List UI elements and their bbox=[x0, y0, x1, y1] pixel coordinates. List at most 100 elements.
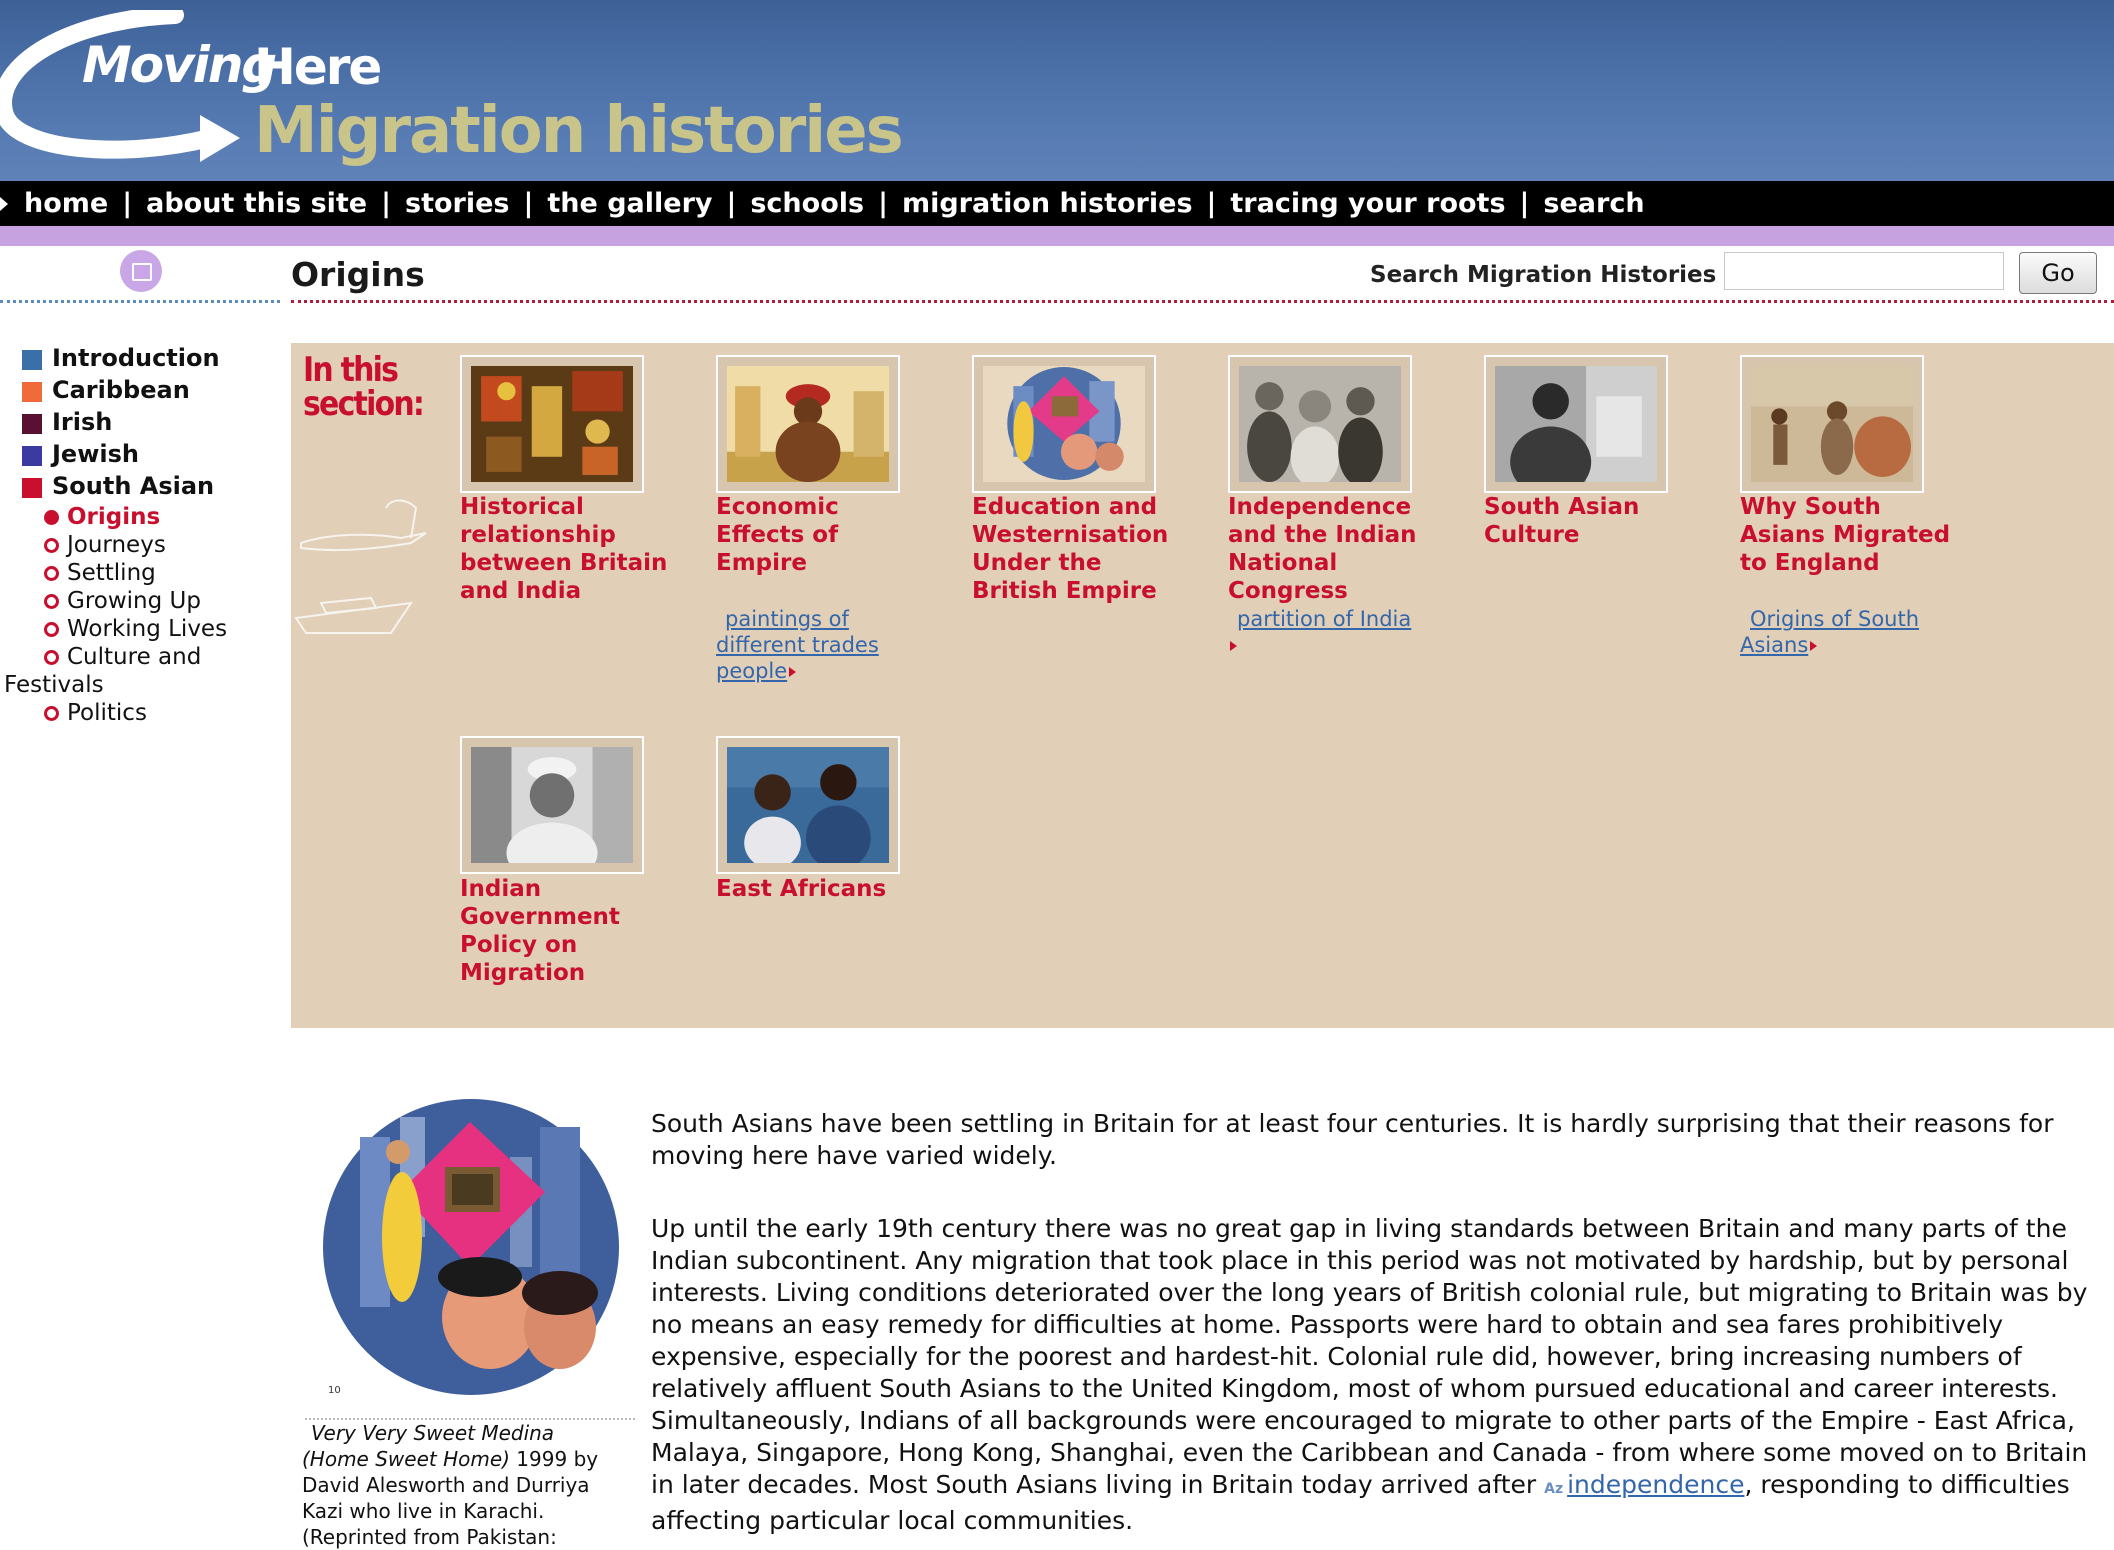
card-link-paintings[interactable]: paintings of different trades people bbox=[716, 606, 879, 684]
square-icon bbox=[22, 414, 42, 434]
nav-separator: | bbox=[726, 188, 737, 219]
card-title-line: National bbox=[1228, 550, 1338, 576]
sidebar-subitem-label: Origins bbox=[67, 504, 161, 530]
sidebar-subitem-working-lives[interactable]: Working Lives bbox=[44, 616, 227, 642]
card-title-line: Government bbox=[460, 904, 620, 930]
card-thumbnail-why-migrated[interactable] bbox=[1740, 355, 1924, 493]
main-nav: home | about this site | stories | the gall… bbox=[0, 181, 2114, 226]
logo-moving-text[interactable]: Moving bbox=[82, 36, 277, 94]
go-button[interactable]: Go bbox=[2019, 252, 2097, 294]
nav-separator: | bbox=[523, 188, 534, 219]
square-icon bbox=[22, 478, 42, 498]
card-thumbnail-education[interactable] bbox=[972, 355, 1156, 493]
nav-gallery[interactable]: the gallery bbox=[547, 188, 712, 219]
heading-line: section: bbox=[303, 384, 425, 424]
card-title-line: Under the bbox=[972, 550, 1102, 576]
nav-home[interactable]: home bbox=[24, 188, 108, 219]
nav-separator: | bbox=[381, 188, 391, 219]
sidebar-item-south-asian[interactable]: South Asian bbox=[22, 472, 214, 500]
sidebar-subitem-settling[interactable]: Settling bbox=[44, 560, 156, 586]
card-title-line: Why South bbox=[1740, 494, 1881, 520]
sidebar-subitem-politics[interactable]: Politics bbox=[44, 700, 147, 726]
bullet-icon bbox=[44, 649, 59, 665]
logo-here-text[interactable]: Here bbox=[254, 38, 382, 96]
card-thumbnail-historical[interactable] bbox=[460, 355, 644, 493]
card-link-line: Asians bbox=[1740, 633, 1809, 657]
card-title-line: Culture bbox=[1484, 522, 1580, 548]
bullet-icon bbox=[44, 537, 59, 553]
sidebar-item-caribbean[interactable]: Caribbean bbox=[22, 376, 190, 404]
sidebar-item-label: Caribbean bbox=[52, 376, 190, 404]
card-title-why-migrated[interactable]: Why South Asians Migrated to England bbox=[1740, 493, 1950, 577]
card-thumbnail-government-policy[interactable] bbox=[460, 736, 644, 884]
card-title-east-africans[interactable]: East Africans bbox=[716, 875, 886, 903]
caption-line: David Alesworth and Durriya bbox=[302, 1473, 590, 1497]
card-title-line: Congress bbox=[1228, 578, 1348, 604]
east-africans-photo-image bbox=[727, 747, 889, 871]
card-title-economic[interactable]: Economic Effects of Empire bbox=[716, 493, 839, 577]
card-thumbnail-economic[interactable] bbox=[716, 355, 900, 493]
sidebar-item-introduction[interactable]: Introduction bbox=[22, 344, 220, 372]
card-title-line: Policy on bbox=[460, 932, 578, 958]
nav-tracing-roots[interactable]: tracing your roots bbox=[1230, 188, 1505, 219]
nav-about[interactable]: about this site bbox=[146, 188, 367, 219]
sidebar-item-irish[interactable]: Irish bbox=[22, 408, 112, 436]
glossary-az-icon[interactable]: Az bbox=[1544, 1481, 1563, 1497]
card-link-line: partition of India bbox=[1237, 607, 1412, 631]
body-text: Up until the early 19th century there wa… bbox=[651, 1214, 2088, 1499]
bullet-icon bbox=[44, 509, 59, 525]
economic-painting-image bbox=[727, 366, 889, 482]
card-link-line: different trades bbox=[716, 633, 879, 657]
search-input[interactable] bbox=[1724, 252, 2004, 290]
card-title-line: between Britain bbox=[460, 550, 668, 576]
card-title-line: Indian bbox=[460, 876, 542, 902]
section-home-icon[interactable] bbox=[120, 250, 162, 292]
feature-artwork-image[interactable]: 10 bbox=[320, 1097, 622, 1397]
intro-paragraph: South Asians have been settling in Brita… bbox=[651, 1109, 2054, 1170]
bullet-icon bbox=[44, 593, 59, 609]
sidebar-item-jewish[interactable]: Jewish bbox=[22, 440, 139, 468]
card-title-culture[interactable]: South Asian Culture bbox=[1484, 493, 1639, 549]
card-thumbnail-independence[interactable] bbox=[1228, 355, 1412, 493]
nav-separator: | bbox=[1519, 188, 1530, 219]
caption-title-line: Very Very Sweet Medina bbox=[311, 1421, 555, 1445]
search-label: Search Migration Histories bbox=[1370, 262, 1717, 288]
nav-schools[interactable]: schools bbox=[750, 188, 864, 219]
independence-link[interactable]: independence bbox=[1567, 1470, 1744, 1499]
sidebar-subitem-journeys[interactable]: Journeys bbox=[44, 532, 166, 558]
title-divider bbox=[291, 300, 2114, 303]
sidebar-subitem-growing-up[interactable]: Growing Up bbox=[44, 588, 201, 614]
sidebar-subitem-culture[interactable]: Culture and bbox=[44, 644, 201, 670]
card-title-historical[interactable]: Historical relationship between Britain … bbox=[460, 493, 667, 605]
sidebar-subitem-label: Politics bbox=[67, 700, 147, 726]
sidebar-subitem-label: Working Lives bbox=[67, 616, 228, 642]
nav-migration-histories[interactable]: migration histories bbox=[902, 188, 1193, 219]
card-title-independence[interactable]: Independence and the Indian National Con… bbox=[1228, 493, 1417, 605]
logo-subtitle[interactable]: Migration histories bbox=[254, 94, 904, 168]
card-title-line: Empire bbox=[716, 550, 807, 576]
card-title-line: Effects of bbox=[716, 522, 839, 548]
card-thumbnail-east-africans[interactable] bbox=[716, 736, 900, 874]
card-title-line: Westernisation bbox=[972, 522, 1169, 548]
card-link-line: people bbox=[716, 659, 788, 683]
bullet-icon bbox=[44, 705, 59, 721]
sidebar-item-label: Jewish bbox=[52, 440, 139, 468]
caption-title-line: (Home Sweet Home) bbox=[302, 1447, 510, 1471]
sidebar-subitem-origins[interactable]: Origins bbox=[44, 504, 160, 530]
card-link-origins-south-asians[interactable]: Origins of South Asians bbox=[1740, 606, 1919, 658]
image-number: 10 bbox=[328, 1385, 341, 1396]
nav-search[interactable]: search bbox=[1543, 188, 1644, 219]
card-title-education[interactable]: Education and Westernisation Under the B… bbox=[972, 493, 1168, 605]
sidebar-subitem-label: Journeys bbox=[67, 532, 166, 558]
card-title-line: British Empire bbox=[972, 578, 1157, 604]
sidebar-subitem-culture-cont[interactable]: Festivals bbox=[4, 672, 104, 698]
section-panel: In this section: Historical relationship… bbox=[291, 343, 2114, 1028]
card-title-line: Independence bbox=[1228, 494, 1412, 520]
nav-stories[interactable]: stories bbox=[405, 188, 509, 219]
body-paragraph: Up until the early 19th century there wa… bbox=[651, 1213, 2101, 1537]
square-icon bbox=[22, 350, 42, 370]
card-thumbnail-culture[interactable] bbox=[1484, 355, 1668, 498]
card-title-government-policy[interactable]: Indian Government Policy on Migration bbox=[460, 875, 620, 987]
image-caption: Very Very Sweet Medina (Home Sweet Home)… bbox=[302, 1420, 632, 1550]
card-link-partition[interactable]: partition of India bbox=[1228, 606, 1411, 658]
